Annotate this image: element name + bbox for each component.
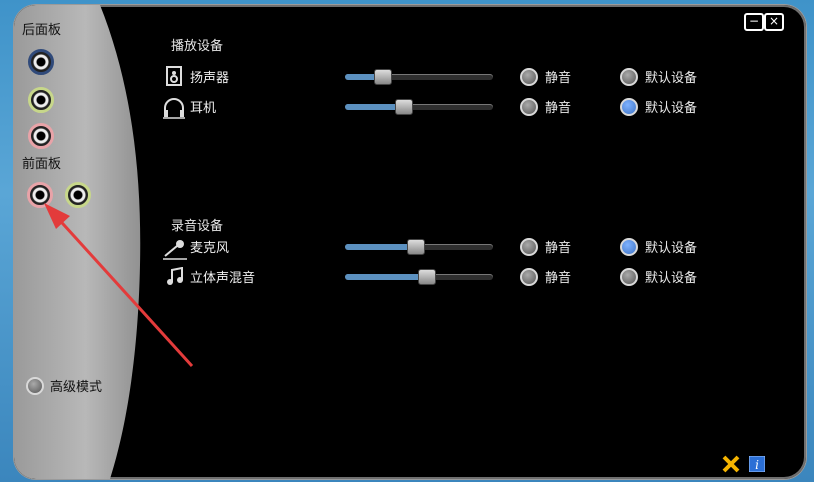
annotation-arrow (44, 203, 194, 368)
